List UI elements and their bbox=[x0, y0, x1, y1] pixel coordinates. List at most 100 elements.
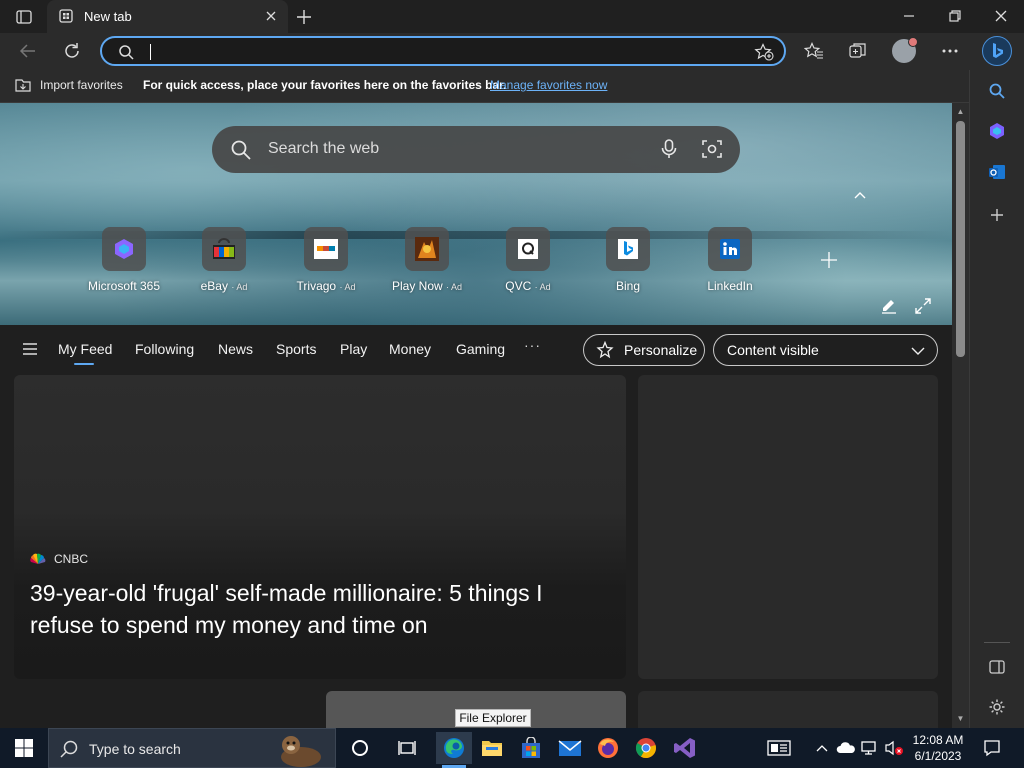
bing-icon bbox=[606, 227, 650, 271]
microphone-icon[interactable] bbox=[658, 138, 680, 160]
feed-tab-play[interactable]: Play bbox=[340, 341, 367, 357]
playnow-icon bbox=[405, 227, 449, 271]
taskbar-edge[interactable] bbox=[436, 732, 472, 768]
taskbar-search-box[interactable]: Type to search bbox=[48, 728, 336, 768]
quick-link-trivago[interactable]: Trivago · Ad bbox=[276, 227, 376, 293]
quick-link-microsoft365[interactable]: Microsoft 365 bbox=[74, 227, 174, 293]
manage-favorites-link[interactable]: Manage favorites now bbox=[490, 78, 607, 92]
visual-search-icon[interactable] bbox=[701, 138, 723, 160]
taskbar-file-explorer[interactable] bbox=[474, 732, 510, 764]
news-card-main[interactable]: CNBC 39-year-old 'frugal' self-made mill… bbox=[14, 375, 626, 679]
hamburger-menu-icon[interactable] bbox=[22, 342, 38, 356]
add-favorite-icon[interactable] bbox=[754, 43, 774, 61]
close-window-button[interactable] bbox=[990, 6, 1012, 26]
search-icon bbox=[231, 140, 251, 160]
quick-link-bing[interactable]: Bing bbox=[578, 227, 678, 293]
address-input[interactable] bbox=[154, 40, 734, 62]
import-favorites-button[interactable]: Import favorites bbox=[14, 77, 123, 93]
quick-link-ebay[interactable]: eBay · Ad bbox=[174, 227, 274, 293]
trivago-icon bbox=[304, 227, 348, 271]
feed-tab-gaming[interactable]: Gaming bbox=[456, 341, 505, 357]
content-visibility-value: Content visible bbox=[727, 342, 819, 358]
tab-close-icon[interactable] bbox=[264, 9, 278, 23]
quick-link-play-now[interactable]: Play Now · Ad bbox=[377, 227, 477, 293]
feed-tab-my-feed[interactable]: My Feed bbox=[58, 341, 112, 365]
taskbar-visual-studio[interactable] bbox=[667, 732, 703, 764]
content-visibility-dropdown[interactable]: Content visible bbox=[713, 334, 938, 366]
scroll-down-arrow-icon[interactable]: ▼ bbox=[956, 714, 965, 723]
feed-tab-sports[interactable]: Sports bbox=[276, 341, 316, 357]
sidebar-search-button[interactable] bbox=[986, 80, 1008, 102]
feed-more-button[interactable]: ··· bbox=[524, 337, 541, 353]
expand-icon[interactable] bbox=[914, 297, 932, 315]
scroll-thumb[interactable] bbox=[956, 121, 965, 357]
collections-button[interactable] bbox=[846, 39, 870, 63]
taskbar-firefox[interactable] bbox=[590, 732, 626, 764]
bing-chat-button[interactable] bbox=[982, 36, 1012, 66]
show-hidden-icons-button[interactable] bbox=[812, 738, 832, 758]
ad-marker: · Ad bbox=[231, 282, 248, 292]
news-headline[interactable]: 39-year-old 'frugal' self-made millionai… bbox=[30, 577, 610, 641]
taskbar-mail[interactable] bbox=[552, 732, 588, 764]
minimize-button[interactable] bbox=[898, 6, 920, 26]
taskbar-clock[interactable]: 12:08 AM 6/1/2023 bbox=[906, 732, 970, 764]
notification-center-button[interactable] bbox=[982, 738, 1002, 758]
taskbar-microsoft-store[interactable] bbox=[513, 732, 549, 764]
news-card-partial[interactable] bbox=[638, 691, 938, 731]
taskbar-chrome[interactable] bbox=[628, 732, 664, 764]
qvc-icon bbox=[506, 227, 550, 271]
text-caret bbox=[150, 44, 151, 60]
web-search-box[interactable]: Search the web bbox=[212, 126, 740, 173]
profile-avatar[interactable] bbox=[892, 37, 918, 63]
edit-background-icon[interactable] bbox=[880, 297, 898, 315]
import-favorites-label: Import favorites bbox=[40, 78, 123, 92]
volume-muted-icon bbox=[885, 740, 903, 756]
sidebar-divider bbox=[984, 642, 1010, 643]
address-bar[interactable] bbox=[100, 36, 786, 66]
news-source-name: CNBC bbox=[54, 552, 89, 566]
sidebar-add-button[interactable] bbox=[986, 204, 1008, 226]
feed-tab-money[interactable]: Money bbox=[389, 341, 431, 357]
page-scrollbar[interactable]: ▲ ▼ bbox=[952, 103, 969, 728]
personalize-button[interactable]: Personalize bbox=[583, 334, 705, 366]
tooltip: File Explorer bbox=[455, 709, 531, 727]
microsoft365-icon bbox=[102, 227, 146, 271]
add-quick-link-plus-icon[interactable] bbox=[820, 251, 838, 269]
tab-new-tab[interactable]: New tab bbox=[47, 0, 288, 33]
feed-tab-following[interactable]: Following bbox=[135, 341, 194, 357]
settings-and-more-button[interactable] bbox=[938, 39, 962, 63]
back-button[interactable] bbox=[16, 39, 40, 63]
mail-icon bbox=[558, 740, 582, 756]
sidebar-hide-button[interactable] bbox=[986, 656, 1008, 678]
collapse-chevron-icon[interactable] bbox=[852, 187, 868, 203]
quick-link-linkedin[interactable]: LinkedIn bbox=[680, 227, 780, 293]
cortana-button[interactable] bbox=[342, 732, 378, 764]
quick-link-label: Trivago bbox=[296, 279, 337, 293]
onedrive-tray-button[interactable] bbox=[836, 738, 856, 758]
linkedin-icon bbox=[708, 227, 752, 271]
task-view-icon bbox=[398, 741, 416, 755]
sidebar-copilot-button[interactable] bbox=[986, 120, 1008, 142]
network-icon bbox=[861, 741, 876, 755]
sidebar-outlook-button[interactable] bbox=[986, 161, 1008, 183]
ebay-icon bbox=[202, 227, 246, 271]
title-bar: New tab bbox=[0, 0, 1024, 33]
chrome-icon bbox=[635, 738, 656, 759]
personalize-label: Personalize bbox=[624, 342, 698, 358]
favorites-button[interactable] bbox=[802, 39, 826, 63]
close-icon bbox=[995, 10, 1007, 22]
news-card-side[interactable] bbox=[638, 375, 938, 679]
tab-actions-menu-button[interactable] bbox=[8, 6, 40, 28]
refresh-button[interactable] bbox=[60, 39, 84, 63]
news-and-interests-button[interactable] bbox=[766, 738, 792, 758]
volume-tray-button[interactable] bbox=[884, 738, 904, 758]
restore-button[interactable] bbox=[944, 6, 966, 26]
network-tray-button[interactable] bbox=[860, 738, 880, 758]
new-tab-button[interactable] bbox=[294, 7, 314, 27]
scroll-up-arrow-icon[interactable]: ▲ bbox=[956, 107, 965, 116]
task-view-button[interactable] bbox=[390, 732, 426, 764]
windows-start-icon[interactable] bbox=[14, 738, 34, 758]
sidebar-settings-button[interactable] bbox=[986, 696, 1008, 718]
quick-link-qvc[interactable]: QVC · Ad bbox=[478, 227, 578, 293]
feed-tab-news[interactable]: News bbox=[218, 341, 253, 357]
